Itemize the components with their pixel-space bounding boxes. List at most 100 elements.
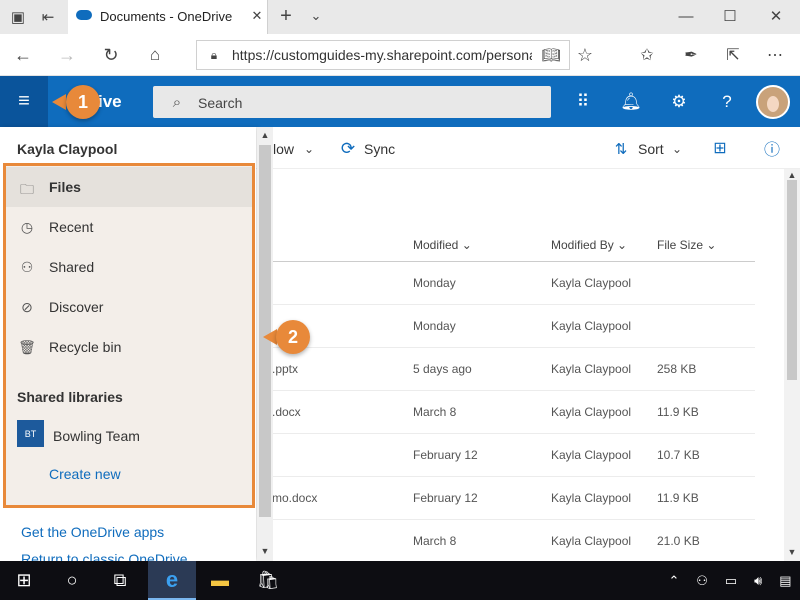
start-windows-icon[interactable]: ⊞ [0, 561, 48, 600]
close-tab-icon[interactable]: ✕ [250, 8, 264, 23]
file-size-cell: 11.9 KB [657, 405, 699, 419]
table-row[interactable]: mo.docx February 12 Kayla Claypool 11.9 KB [256, 477, 784, 520]
new-tab-icon[interactable]: + [276, 5, 296, 27]
nav-item-shared[interactable]: ⚇ Shared [6, 247, 252, 287]
tray-network-icon[interactable]: ▭ [725, 573, 737, 589]
nav-label: Discover [49, 299, 104, 315]
nav-label: Shared [49, 259, 95, 275]
panel-scroll-up-icon[interactable]: ▲ [259, 129, 271, 141]
search-icon: ⌕ [172, 93, 182, 111]
sync-icon[interactable]: ⟳ [338, 139, 358, 159]
task-view-icon[interactable]: ⧉ [96, 561, 144, 600]
sort-icon[interactable]: ⇅ [612, 139, 630, 159]
modified-by-cell: Kayla Claypool [551, 362, 632, 376]
library-avatar[interactable]: BT [17, 420, 44, 447]
info-icon[interactable]: ⓘ [762, 138, 782, 159]
nav-item-discover[interactable]: ⊘ Discover [6, 287, 252, 327]
table-row[interactable]: Monday Kayla Claypool [256, 262, 784, 305]
forward-icon[interactable]: → [56, 44, 78, 66]
store-icon[interactable]: 🛍︎ [244, 561, 292, 600]
nav-item-recycle-bin[interactable]: 🗑︎ Recycle bin [6, 327, 252, 367]
file-explorer-icon[interactable]: ▬ [196, 561, 244, 600]
file-name-cell: .pptx [272, 362, 299, 376]
nav-label: Files [49, 179, 81, 195]
action-center-icon[interactable]: ▤ [779, 573, 791, 589]
home-icon[interactable]: ⌂ [144, 44, 166, 66]
scroll-up-arrow-icon[interactable]: ▲ [786, 169, 798, 181]
callout-2-arrow [263, 329, 277, 345]
sort-chevron-icon[interactable]: ⌄ [670, 141, 684, 157]
nav-label: Recycle bin [49, 339, 122, 355]
scroll-down-arrow-icon[interactable]: ▼ [786, 546, 798, 558]
refresh-icon[interactable]: ↻ [100, 44, 122, 66]
discover-icon: ⊘ [21, 299, 33, 315]
app-launcher-icon[interactable]: ⠿ [571, 90, 595, 114]
table-row[interactable]: February 12 Kayla Claypool 10.7 KB [256, 434, 784, 477]
minimize-icon[interactable]: — [676, 8, 696, 25]
chevron-down-icon[interactable]: ⌄ [302, 141, 316, 157]
view-tiles-icon[interactable]: ⊞ [710, 138, 730, 158]
share-icon[interactable]: ⇱ [722, 44, 744, 66]
tray-people-icon[interactable]: ⚇ [696, 573, 708, 589]
get-onedrive-apps-link[interactable]: Get the OneDrive apps [21, 524, 164, 540]
favorite-star-icon[interactable]: ☆ [574, 44, 596, 66]
file-size-cell: 258 KB [657, 362, 697, 376]
edge-browser-icon[interactable]: e [148, 561, 196, 600]
shared-icon: ⚇ [20, 259, 34, 275]
hamburger-menu-button[interactable]: ≡ [0, 76, 48, 127]
back-icon[interactable]: ← [12, 44, 34, 66]
modified-cell: 5 days ago [413, 362, 472, 376]
file-size-cell: 10.7 KB [657, 448, 700, 462]
sort-button[interactable]: Sort [638, 141, 664, 157]
callout-1-arrow [52, 94, 66, 110]
brand-name[interactable]: ive [98, 92, 122, 112]
browser-tab-documents[interactable]: Documents - OneDrive ✕ [68, 0, 268, 34]
search-placeholder[interactable]: Search [198, 95, 242, 111]
url-text[interactable]: https://customguides-my.sharepoint.com/p… [232, 47, 532, 63]
library-bowling-team[interactable]: Bowling Team [53, 428, 140, 444]
more-icon[interactable]: ⋯ [764, 44, 786, 66]
settings-gear-icon[interactable]: ⚙ [667, 90, 691, 114]
sync-button[interactable]: Sync [364, 141, 395, 157]
tab-title: Documents - OneDrive [100, 9, 233, 24]
tray-volume-icon[interactable]: 🔊︎ [754, 573, 762, 589]
column-modified-by[interactable]: Modified By ⌄ [551, 238, 627, 252]
pen-icon[interactable]: ✒ [680, 44, 702, 66]
help-icon[interactable]: ? [715, 90, 739, 114]
classic-onedrive-link[interactable]: Return to classic OneDrive [21, 553, 251, 561]
nav-item-files[interactable]: 🗀 Files [6, 167, 252, 207]
nav-label: Recent [49, 219, 94, 235]
table-row[interactable]: .docx March 8 Kayla Claypool 11.9 KB [256, 391, 784, 434]
favorites-hub-icon[interactable]: ✩ [636, 44, 658, 66]
column-modified[interactable]: Modified ⌄ [413, 238, 472, 252]
close-window-icon[interactable]: ✕ [766, 8, 786, 25]
new-dropdown-label[interactable]: low [273, 141, 294, 157]
callout-1: 1 [66, 85, 100, 119]
panel-scroll-down-icon[interactable]: ▼ [259, 545, 271, 557]
reading-view-icon[interactable]: 📖︎ [540, 45, 562, 65]
recycle-bin-icon: 🗑︎ [18, 339, 36, 355]
create-new-link[interactable]: Create new [49, 466, 121, 482]
set-aside-tabs-icon[interactable]: ⇤ [38, 8, 58, 26]
table-row[interactable]: March 8 Kayla Claypool 21.0 KB [256, 520, 784, 563]
modified-by-cell: Kayla Claypool [551, 448, 632, 462]
nav-item-recent[interactable]: ◷ Recent [6, 207, 252, 247]
avatar[interactable] [756, 85, 790, 119]
modified-cell: February 12 [413, 491, 478, 505]
file-name-cell: .docx [272, 405, 301, 419]
notifications-bell-icon[interactable]: 🔔︎ [619, 90, 643, 114]
cortana-circle-icon[interactable]: ○ [48, 561, 96, 600]
tab-actions-icon[interactable]: ▣ [8, 8, 28, 26]
folder-icon: 🗀 [20, 181, 34, 197]
onedrive-cloud-icon [76, 10, 92, 20]
page-scroll-thumb[interactable] [787, 180, 797, 380]
column-file-size[interactable]: File Size ⌄ [657, 238, 716, 252]
file-name-cell: mo.docx [272, 491, 318, 505]
tray-chevron-icon[interactable]: ⌃ [668, 573, 679, 589]
modified-by-cell: Kayla Claypool [551, 491, 632, 505]
history-icon: ◷ [20, 219, 34, 235]
tab-list-chevron-icon[interactable]: ⌄ [306, 6, 326, 26]
table-row[interactable]: .pptx 5 days ago Kayla Claypool 258 KB [256, 348, 784, 391]
maximize-icon[interactable]: ☐ [720, 8, 740, 25]
table-row[interactable]: Monday Kayla Claypool [256, 305, 784, 348]
